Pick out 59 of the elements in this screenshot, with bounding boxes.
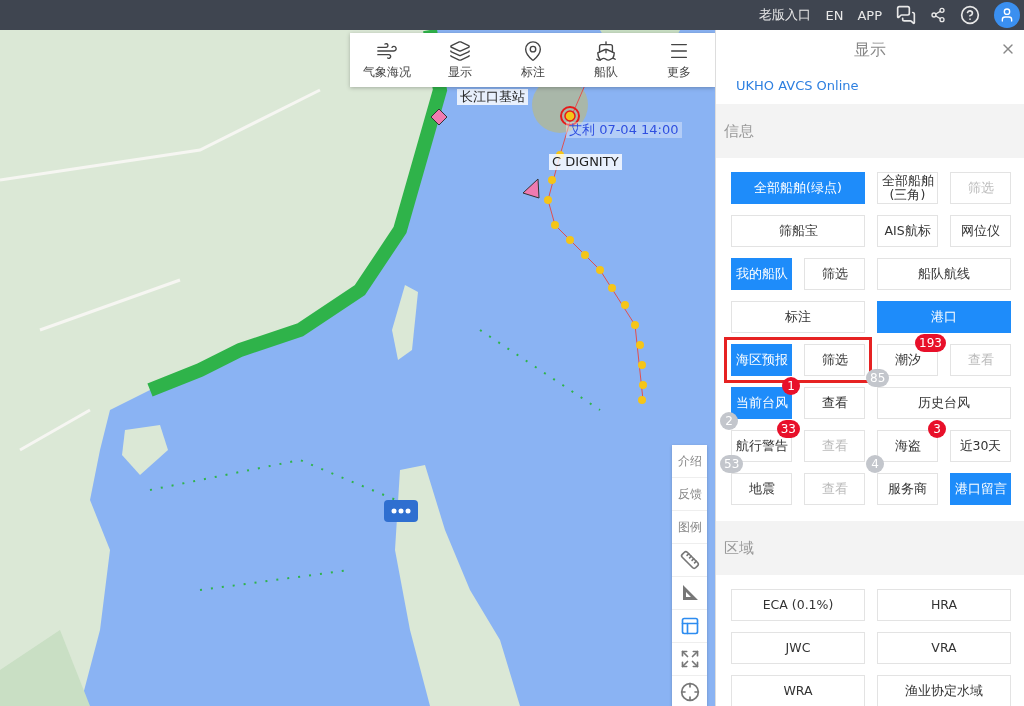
- count-badge: 4: [866, 455, 884, 473]
- side-tool-button[interactable]: [672, 643, 707, 676]
- option-button[interactable]: 船队航线: [877, 258, 1011, 290]
- layers-icon: [448, 39, 471, 62]
- option-button[interactable]: 历史台风: [877, 387, 1011, 419]
- option-button[interactable]: 筛船宝: [731, 215, 865, 247]
- side-tool-button[interactable]: [672, 577, 707, 610]
- top-link[interactable]: APP: [857, 7, 882, 23]
- option-button[interactable]: HRA: [877, 589, 1011, 621]
- panel-title: 显示: [854, 39, 886, 61]
- share-icon[interactable]: [930, 7, 946, 23]
- option-button[interactable]: 地震: [731, 473, 792, 505]
- option-button[interactable]: 查看: [804, 387, 865, 419]
- ship-icon: [594, 39, 617, 62]
- option-button[interactable]: 渔业协定水域: [877, 675, 1011, 706]
- count-badge: 193: [915, 334, 946, 352]
- ship-marker-icon: [522, 178, 540, 199]
- option-button[interactable]: ECA (0.1%): [731, 589, 865, 621]
- option-button[interactable]: VRA: [877, 632, 1011, 664]
- option-button[interactable]: 网位仪: [950, 215, 1011, 247]
- option-button[interactable]: 全部船舶(三角): [877, 172, 938, 204]
- side-tool-button[interactable]: 介绍: [672, 445, 707, 478]
- toolbar-button[interactable]: 气象海况: [350, 33, 423, 87]
- section-title: 区域: [724, 538, 754, 558]
- count-badge: 1: [782, 377, 800, 395]
- side-tool-button[interactable]: [672, 676, 707, 706]
- option-button[interactable]: 服务商: [877, 473, 938, 505]
- top-link[interactable]: EN: [825, 7, 844, 23]
- option-button[interactable]: 标注: [731, 301, 865, 333]
- map-label: 艾利 07-04 14:00: [566, 122, 682, 138]
- option-button[interactable]: 筛选: [804, 344, 865, 376]
- side-tool-button[interactable]: [672, 544, 707, 577]
- count-badge: 33: [776, 420, 800, 438]
- option-button[interactable]: WRA: [731, 675, 865, 706]
- map-label: C DIGNITY: [549, 154, 622, 170]
- ukho-link[interactable]: UKHO AVCS Online: [736, 77, 859, 93]
- toolbar-button[interactable]: 更多: [642, 33, 715, 87]
- count-badge: 85: [866, 369, 890, 387]
- toolbar-button[interactable]: 标注: [496, 33, 569, 87]
- toolbar-button[interactable]: 显示: [423, 33, 496, 87]
- side-tool-button[interactable]: [672, 610, 707, 643]
- chat-icon[interactable]: [896, 5, 916, 25]
- toolbar-button[interactable]: 船队: [569, 33, 642, 87]
- option-button[interactable]: 筛选: [804, 258, 865, 290]
- avatar-icon[interactable]: [994, 2, 1020, 28]
- help-icon[interactable]: [960, 5, 980, 25]
- section-title: 信息: [724, 121, 754, 141]
- count-badge: 3: [928, 420, 946, 438]
- option-button[interactable]: AIS航标: [877, 215, 938, 247]
- top-link[interactable]: 老版入口: [759, 6, 812, 24]
- station-marker-icon: [430, 108, 448, 126]
- count-badge: 2: [720, 412, 738, 430]
- option-button[interactable]: JWC: [731, 632, 865, 664]
- side-tool-button[interactable]: 反馈: [672, 478, 707, 511]
- count-badge: 53: [720, 455, 744, 473]
- option-button[interactable]: 近30天: [950, 430, 1011, 462]
- map-label: 长江口基站: [457, 89, 528, 105]
- chat-bubble-icon[interactable]: [384, 500, 418, 522]
- side-tool-button[interactable]: 图例: [672, 511, 707, 544]
